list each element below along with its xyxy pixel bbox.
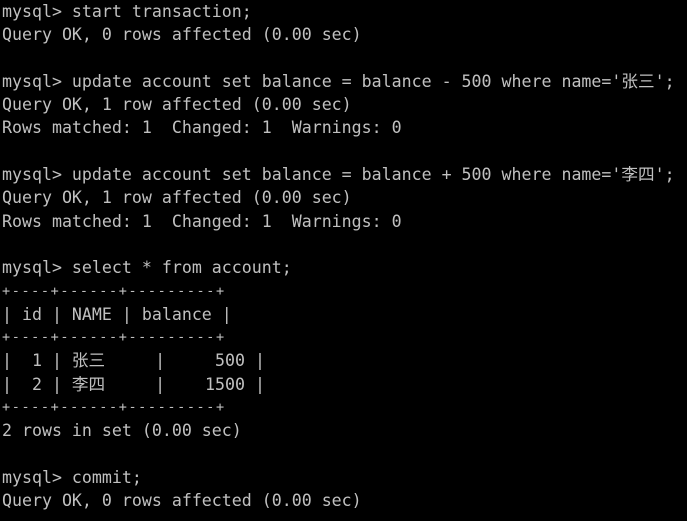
- terminal-window[interactable]: mysql> start transaction; Query OK, 0 row…: [0, 0, 687, 521]
- terminal-line: Query OK, 0 rows affected (0.00 sec): [2, 491, 362, 511]
- terminal-line: Query OK, 1 row affected (0.00 sec): [2, 95, 352, 115]
- terminal-line: Query OK, 1 row affected (0.00 sec): [2, 188, 352, 208]
- terminal-line: | 1 | 张三 | 500 |: [2, 351, 265, 371]
- terminal-line: mysql> select * from account;: [2, 258, 292, 278]
- terminal-line: Query OK, 0 rows affected (0.00 sec): [2, 25, 362, 45]
- terminal-line: | id | NAME | balance |: [2, 304, 232, 324]
- terminal-line: mysql> commit;: [2, 467, 142, 487]
- terminal-line: Rows matched: 1 Changed: 1 Warnings: 0: [2, 211, 402, 231]
- terminal-line: mysql> update account set balance = bala…: [2, 71, 675, 91]
- table-border-line: +----+------+---------+: [2, 282, 226, 299]
- terminal-line: | 2 | 李四 | 1500 |: [2, 374, 265, 394]
- terminal-line: mysql> start transaction;: [2, 2, 252, 21]
- terminal-line: 2 rows in set (0.00 sec): [2, 421, 242, 441]
- table-border-line: +----+------+---------+: [2, 399, 226, 416]
- terminal-line: Rows matched: 1 Changed: 1 Warnings: 0: [2, 118, 402, 138]
- table-border-line: +----+------+---------+: [2, 329, 226, 346]
- terminal-line: mysql> update account set balance = bala…: [2, 165, 675, 185]
